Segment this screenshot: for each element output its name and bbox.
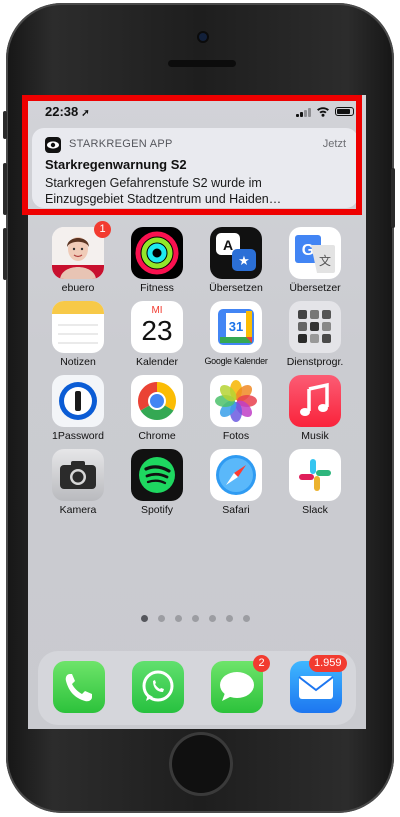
safari-icon bbox=[210, 449, 262, 501]
page-dot bbox=[243, 615, 250, 622]
app-label: Slack bbox=[302, 504, 328, 516]
google-calendar-icon: 31 bbox=[210, 301, 262, 353]
app-kamera[interactable]: Kamera bbox=[37, 449, 117, 521]
app-label: ebuero bbox=[61, 282, 95, 294]
notification-badge: 1 bbox=[94, 221, 111, 238]
volume-up-button bbox=[3, 163, 7, 215]
app-label: Fitness bbox=[140, 282, 174, 294]
app-label: Chrome bbox=[138, 430, 176, 442]
app-notizen[interactable]: Notizen bbox=[37, 301, 117, 373]
svg-text:文: 文 bbox=[319, 253, 331, 268]
app-musik[interactable]: Musik bbox=[274, 375, 354, 447]
app-label: Google Kalender bbox=[204, 356, 268, 366]
translate-icon: A ★ bbox=[210, 227, 262, 279]
svg-text:★: ★ bbox=[238, 253, 250, 268]
page-dot bbox=[209, 615, 216, 622]
app-label: Dienstprogr. bbox=[286, 356, 344, 368]
volume-down-button bbox=[3, 228, 7, 280]
app-label: Übersetzen bbox=[209, 282, 263, 294]
onepassword-icon bbox=[52, 375, 104, 427]
page-dot bbox=[192, 615, 199, 622]
photos-icon bbox=[210, 375, 262, 427]
app-safari[interactable]: Safari bbox=[195, 449, 275, 521]
camera-icon bbox=[52, 449, 104, 501]
app-label: Musik bbox=[301, 430, 329, 442]
notification-badge: 1.959 bbox=[309, 655, 347, 672]
app-fitness[interactable]: Fitness bbox=[116, 227, 196, 299]
dock-app-phone[interactable] bbox=[38, 661, 118, 729]
fitness-rings-icon bbox=[131, 227, 183, 279]
home-button[interactable] bbox=[172, 735, 230, 793]
app-uebersetzer[interactable]: G 文 Übersetzer bbox=[274, 227, 354, 299]
phone-icon bbox=[53, 661, 105, 713]
page-dot bbox=[226, 615, 233, 622]
app-kalender[interactable]: MI 23 Kalender bbox=[116, 301, 196, 373]
notification-badge: 2 bbox=[253, 655, 270, 672]
power-button bbox=[391, 168, 395, 228]
dock: 2 1.959 bbox=[38, 651, 356, 725]
notes-icon bbox=[52, 301, 104, 353]
page-dot bbox=[141, 615, 148, 622]
dock-app-messages[interactable]: 2 bbox=[196, 655, 276, 729]
dock-app-whatsapp[interactable] bbox=[117, 661, 197, 729]
front-camera bbox=[199, 33, 207, 41]
google-calendar-date: 31 bbox=[228, 319, 244, 334]
app-google-kalender[interactable]: 31 Google Kalender bbox=[195, 301, 275, 373]
app-label: Kalender bbox=[135, 356, 179, 368]
app-label: Kamera bbox=[59, 504, 97, 516]
highlight-frame bbox=[22, 95, 362, 215]
music-icon bbox=[289, 375, 341, 427]
app-label: Notizen bbox=[60, 356, 96, 368]
app-label: 1Password bbox=[52, 430, 104, 442]
mute-switch bbox=[3, 111, 7, 139]
earpiece-speaker bbox=[168, 60, 236, 67]
app-dienstprogramme[interactable]: Dienstprogr. bbox=[274, 301, 354, 373]
app-fotos[interactable]: Fotos bbox=[195, 375, 275, 447]
google-translate-icon: G 文 bbox=[289, 227, 341, 279]
app-label: Übersetzer bbox=[289, 282, 341, 294]
app-label: Spotify bbox=[140, 504, 174, 516]
chrome-icon bbox=[131, 375, 183, 427]
app-slack[interactable]: Slack bbox=[274, 449, 354, 521]
app-chrome[interactable]: Chrome bbox=[116, 375, 196, 447]
spotify-icon bbox=[131, 449, 183, 501]
app-1password[interactable]: 1Password bbox=[37, 375, 117, 447]
whatsapp-icon bbox=[132, 661, 184, 713]
app-spotify[interactable]: Spotify bbox=[116, 449, 196, 521]
app-label: Fotos bbox=[222, 430, 250, 442]
dock-app-mail[interactable]: 1.959 bbox=[275, 655, 355, 729]
utilities-folder-icon bbox=[289, 301, 341, 353]
app-ebuero[interactable]: 1 ebuero bbox=[37, 221, 117, 299]
page-indicator[interactable] bbox=[141, 615, 261, 623]
calendar-icon: MI 23 bbox=[131, 301, 183, 353]
slack-icon bbox=[289, 449, 341, 501]
app-label: Safari bbox=[222, 504, 250, 516]
page-dot bbox=[158, 615, 165, 622]
app-uebersetzen[interactable]: A ★ Übersetzen bbox=[195, 227, 275, 299]
svg-text:A: A bbox=[223, 237, 233, 253]
page-dot bbox=[175, 615, 182, 622]
calendar-date: 23 bbox=[141, 315, 173, 346]
